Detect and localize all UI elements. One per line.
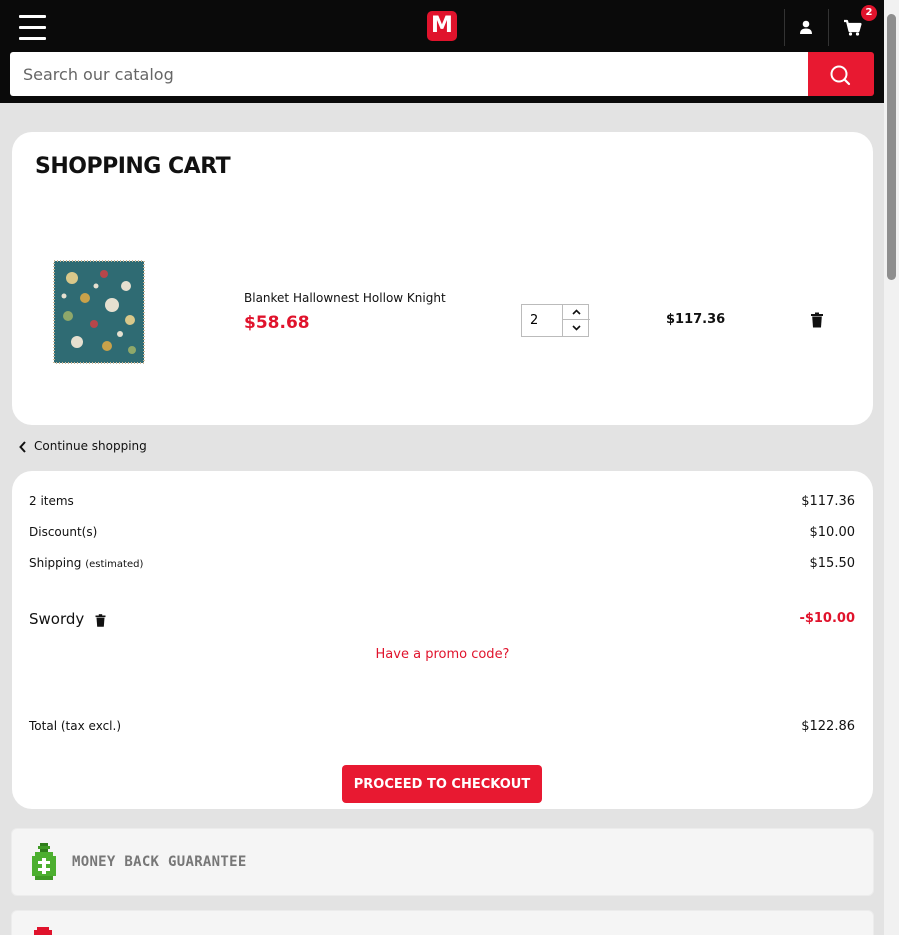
product-name[interactable]: Blanket Hallownest Hollow Knight	[244, 291, 446, 305]
site-logo[interactable]: M	[427, 11, 457, 41]
trash-icon	[811, 312, 823, 328]
money-bag-icon	[32, 843, 56, 880]
chevron-down-icon	[572, 325, 581, 331]
remove-voucher-button[interactable]	[95, 612, 106, 627]
top-header: M 2	[0, 0, 884, 103]
header-divider	[784, 9, 785, 46]
items-count-label: 2 items	[29, 494, 74, 508]
discount-row: Discount(s) $10.00	[29, 525, 855, 541]
reassurance-block: MONEY BACK GUARANTEE	[11, 828, 874, 896]
discount-value: $10.00	[809, 525, 856, 540]
promo-code-label[interactable]: Have a promo code?	[376, 647, 510, 662]
search-input[interactable]	[10, 52, 808, 96]
voucher-discount-value: -$10.00	[799, 611, 855, 626]
proceed-to-checkout-button[interactable]: PROCEED TO CHECKOUT	[342, 765, 542, 803]
total-label: Total (tax excl.)	[29, 719, 121, 733]
product-line-total: $117.36	[666, 312, 726, 327]
blanket-image	[53, 260, 145, 364]
search-bar	[10, 52, 874, 96]
search-button[interactable]	[808, 52, 874, 96]
items-subtotal-value: $117.36	[801, 494, 855, 509]
voucher-name: Swordy	[29, 610, 85, 628]
page-title: SHOPPING CART	[35, 154, 231, 179]
chevron-up-icon	[572, 309, 581, 315]
shipping-value: $15.50	[809, 556, 856, 571]
total-row: Total (tax excl.) $122.86	[29, 719, 855, 735]
chevron-left-icon	[19, 441, 26, 453]
quantity-input[interactable]	[522, 305, 562, 336]
menu-icon[interactable]	[19, 15, 46, 40]
cart-summary: 2 items $117.36 Discount(s) $10.00 Shipp…	[12, 471, 873, 809]
quantity-stepper	[521, 304, 590, 337]
quantity-decrease-button[interactable]	[563, 320, 590, 336]
promo-code-link[interactable]: Have a promo code?	[12, 647, 873, 662]
items-subtotal-row: 2 items $117.36	[29, 494, 855, 510]
shipping-label-text: Shipping	[29, 556, 82, 570]
reassurance-block	[11, 910, 874, 935]
user-icon	[800, 20, 812, 34]
cart-panel: SHOPPING CART Blanket Hallownest Hollow …	[12, 132, 873, 425]
trash-icon	[95, 614, 106, 627]
badge-icon	[34, 927, 52, 935]
cart-count-badge: 2	[861, 5, 877, 21]
shipping-note: (estimated)	[85, 559, 144, 570]
total-note: (tax excl.)	[60, 719, 122, 733]
remove-item-button[interactable]	[810, 312, 824, 328]
shipping-row: Shipping (estimated) $15.50	[29, 556, 855, 572]
shipping-label: Shipping (estimated)	[29, 556, 143, 570]
total-label-text: Total	[29, 719, 58, 733]
product-image[interactable]	[52, 258, 146, 366]
search-icon	[830, 65, 851, 86]
quantity-buttons	[562, 304, 590, 337]
quantity-increase-button[interactable]	[563, 304, 590, 320]
account-button[interactable]	[787, 9, 827, 46]
discount-label: Discount(s)	[29, 525, 98, 539]
reassurance-label: MONEY BACK GUARANTEE	[72, 854, 247, 870]
scrollbar-thumb[interactable]	[887, 14, 896, 280]
header-divider	[828, 9, 829, 46]
product-unit-price: $58.68	[244, 313, 310, 333]
continue-shopping-label: Continue shopping	[34, 439, 147, 453]
total-value: $122.86	[801, 719, 855, 734]
